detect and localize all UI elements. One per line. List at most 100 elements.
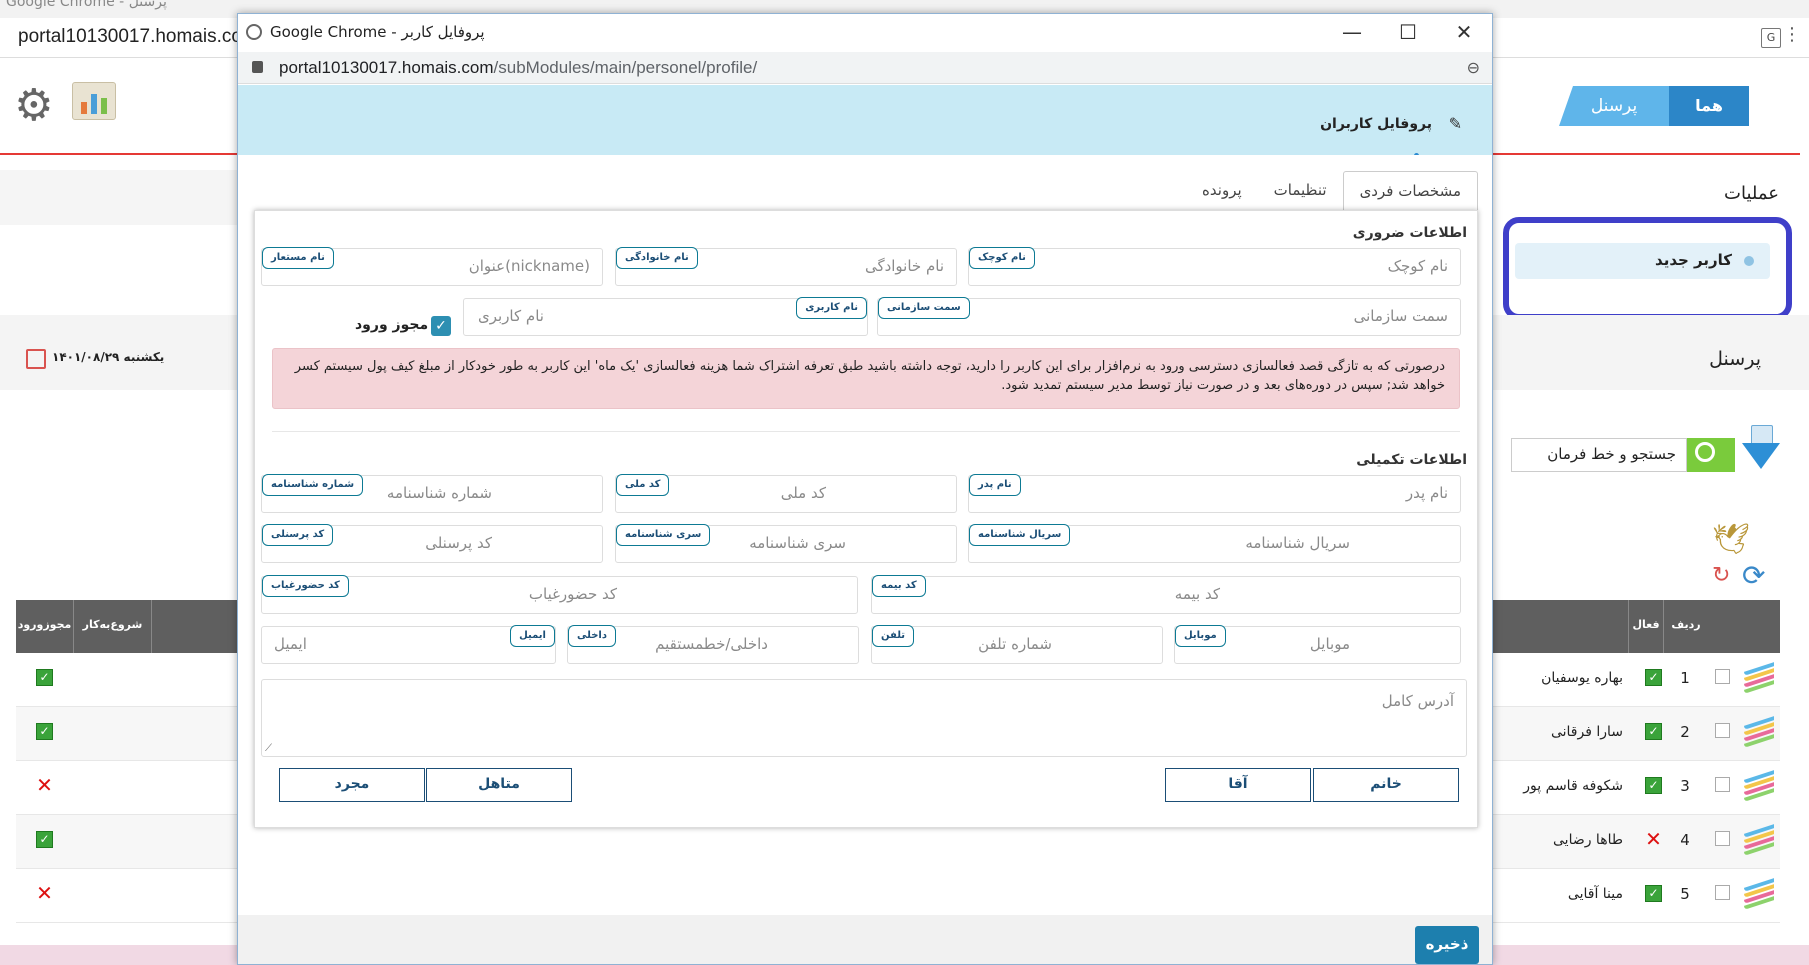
- bird-icon[interactable]: 🕊: [1712, 522, 1750, 557]
- row-name[interactable]: شکوفه قاسم پور: [1523, 778, 1623, 794]
- table-row[interactable]: 5 ✓ مینا آقایی: [1493, 869, 1780, 923]
- address-textarea[interactable]: آدرس کامل ⟋: [261, 679, 1467, 757]
- chrome-globe-icon: [246, 24, 262, 40]
- last-name-field[interactable]: نام خانوادگی نام خانوادگی: [615, 247, 957, 286]
- row-checkbox[interactable]: [1715, 669, 1730, 684]
- close-icon[interactable]: ✕: [1436, 18, 1492, 48]
- id-series-placeholder: سری شناسنامه: [749, 534, 846, 552]
- first-name-placeholder: نام کوچک: [1387, 257, 1448, 275]
- single-button[interactable]: مجرد: [279, 768, 425, 802]
- tab-personal-info[interactable]: مشخصات فردی: [1342, 171, 1478, 211]
- married-button[interactable]: متاهل: [426, 768, 572, 802]
- rainbow-icon[interactable]: [1742, 662, 1774, 694]
- filter-funnel-icon[interactable]: [1742, 425, 1780, 475]
- national-code-tag: کد ملی: [616, 474, 670, 496]
- check-icon: ✓: [1645, 885, 1662, 902]
- row-checkbox[interactable]: [1715, 723, 1730, 738]
- table-row: ✕: [16, 869, 240, 923]
- id-number-tag: شماره شناسنامه: [262, 474, 364, 496]
- row-name[interactable]: بهاره یوسفیان: [1541, 670, 1623, 686]
- row-checkbox[interactable]: [1715, 777, 1730, 792]
- table-row[interactable]: 3 ✓ شکوفه قاسم پور: [1493, 761, 1780, 815]
- father-name-tag: نام پدر: [969, 474, 1021, 496]
- settings-gear-icon[interactable]: ⚙: [14, 80, 53, 131]
- row-name[interactable]: سارا فرقانی: [1551, 724, 1623, 740]
- column-header-row[interactable]: ردیف: [1663, 600, 1708, 653]
- tab-settings[interactable]: تنظیمات: [1258, 171, 1343, 211]
- background-left-band: [0, 170, 240, 225]
- attendance-code-field[interactable]: کد حضورغیاب کد حضورغیاب: [261, 575, 858, 614]
- search-icon[interactable]: [1687, 438, 1735, 472]
- column-header-start-date[interactable]: شروع‌به‌کار: [74, 600, 152, 653]
- insurance-code-tag: کد بیمه: [872, 575, 926, 597]
- table-row[interactable]: 4 ✕ طاها رضایی: [1493, 815, 1780, 869]
- row-name[interactable]: مینا آقایی: [1568, 886, 1623, 902]
- extension-field[interactable]: داخلی/خطمستقیم داخلی: [567, 625, 859, 664]
- org-role-tag: سمت سازمانی: [878, 297, 970, 319]
- nickname-field[interactable]: عنوان(nickname) نام مستعار: [261, 247, 603, 286]
- id-number-field[interactable]: شماره شناسنامه شماره شناسنامه: [261, 474, 603, 513]
- popup-address-bar[interactable]: portal10130017.homais.com/subModules/mai…: [238, 52, 1492, 84]
- popup-title-bar[interactable]: Google Chrome - پروفایل کاربر — ☐ ✕: [238, 14, 1492, 52]
- column-header-icon: [1732, 600, 1780, 653]
- row-name[interactable]: طاها رضایی: [1553, 832, 1623, 848]
- username-field[interactable]: نام کاربری نام کاربری: [463, 297, 868, 336]
- save-button[interactable]: ذخیره: [1415, 926, 1479, 964]
- tab-personel[interactable]: پرسنل: [1559, 86, 1669, 126]
- column-header-active[interactable]: فعال: [1628, 600, 1663, 653]
- id-serial-field[interactable]: سریال شناسنامه سریال شناسنامه: [968, 524, 1461, 563]
- tab-file[interactable]: پرونده: [1186, 171, 1258, 211]
- new-user-menu-item[interactable]: کاربر جدید: [1515, 243, 1770, 279]
- login-permission-checkbox[interactable]: ✓: [431, 316, 451, 336]
- resize-grip-icon[interactable]: ⟋: [265, 743, 272, 754]
- rainbow-icon[interactable]: [1742, 770, 1774, 802]
- operations-title: عملیات: [1724, 183, 1779, 204]
- menu-dots-icon[interactable]: ⋮: [1783, 24, 1801, 45]
- org-role-field[interactable]: سمت سازمانی سمت سازمانی: [877, 297, 1461, 336]
- row-checkbox[interactable]: [1715, 831, 1730, 846]
- female-button[interactable]: خانم: [1313, 768, 1459, 802]
- background-title: Google Chrome - پرسنل: [6, 0, 167, 10]
- calendar-icon[interactable]: [26, 349, 46, 369]
- tab-hama[interactable]: هما: [1669, 86, 1749, 126]
- insurance-code-field[interactable]: کد بیمه کد بیمه: [871, 575, 1461, 614]
- father-name-field[interactable]: نام پدر نام پدر: [968, 474, 1461, 513]
- rainbow-icon[interactable]: [1742, 824, 1774, 856]
- check-icon: ✓: [36, 669, 53, 686]
- reset-icon[interactable]: ↻: [1712, 563, 1730, 588]
- personnel-code-field[interactable]: کد پرسنلی کد پرسنلی: [261, 524, 603, 563]
- profile-tabs: مشخصات فردی تنظیمات پرونده: [1186, 171, 1478, 211]
- rainbow-icon[interactable]: [1742, 716, 1774, 748]
- rainbow-icon[interactable]: [1742, 878, 1774, 910]
- background-url[interactable]: portal10130017.homais.com: [18, 26, 258, 48]
- mobile-tag: موبایل: [1175, 625, 1226, 647]
- minimize-icon[interactable]: —: [1324, 18, 1380, 48]
- email-field[interactable]: ایمیل ایمیل: [261, 625, 556, 664]
- popup-url[interactable]: portal10130017.homais.com/subModules/mai…: [279, 58, 757, 78]
- id-serial-placeholder: سریال شناسنامه: [1245, 534, 1350, 552]
- row-checkbox[interactable]: [1715, 885, 1730, 900]
- supplementary-section-title: اطلاعات تکمیلی: [1356, 452, 1467, 468]
- male-button[interactable]: آقا: [1165, 768, 1311, 802]
- first-name-field[interactable]: نام کوچک نام کوچک: [968, 247, 1461, 286]
- translate-icon[interactable]: G: [1761, 28, 1781, 48]
- right-table-body: 1 ✓ بهاره یوسفیان 2 ✓ سارا فرقانی 3 ✓ شک…: [1493, 653, 1780, 923]
- table-row[interactable]: 1 ✓ بهاره یوسفیان: [1493, 653, 1780, 707]
- right-table-header: ردیف فعال: [1493, 600, 1780, 653]
- national-code-field[interactable]: کد ملی کد ملی: [615, 474, 957, 513]
- refresh-icon[interactable]: ⟳: [1742, 559, 1765, 592]
- table-row[interactable]: 2 ✓ سارا فرقانی: [1493, 707, 1780, 761]
- search-command-input[interactable]: جستجو و خط فرمان: [1511, 438, 1687, 472]
- maximize-icon[interactable]: ☐: [1380, 18, 1436, 48]
- phone-field[interactable]: شماره تلفن تلفن: [871, 625, 1163, 664]
- zoom-icon[interactable]: ⊖: [1467, 58, 1480, 77]
- username-placeholder: نام کاربری: [478, 307, 544, 325]
- personnel-code-placeholder: کد پرسنلی: [425, 534, 492, 552]
- mobile-field[interactable]: موبایل موبایل: [1174, 625, 1461, 664]
- column-header-login-permission[interactable]: مجوزورود: [16, 600, 74, 653]
- row-number: 1: [1680, 669, 1690, 687]
- id-series-field[interactable]: سری شناسنامه سری شناسنامه: [615, 524, 957, 563]
- mobile-placeholder: موبایل: [1309, 635, 1350, 653]
- row-number: 2: [1680, 723, 1690, 741]
- report-chart-icon[interactable]: [72, 82, 116, 120]
